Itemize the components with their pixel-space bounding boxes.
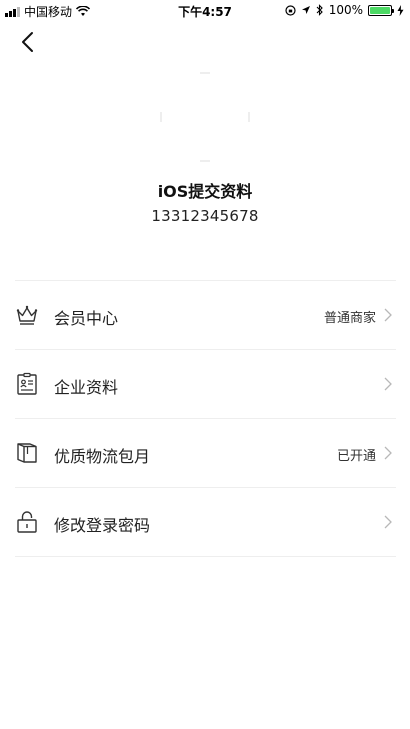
lock-icon (17, 511, 37, 533)
rotation-lock-icon (285, 4, 296, 16)
menu-item-company-info[interactable]: 企业资料 (15, 350, 396, 419)
profile-name: iOS提交资料 (157, 182, 253, 201)
settings-menu: 会员中心 普通商家 企业资料 优质物流包月 已开通 修改登录密码 (15, 280, 396, 557)
menu-item-membership[interactable]: 会员中心 普通商家 (15, 281, 396, 350)
charging-icon (397, 4, 404, 16)
menu-label: 修改登录密码 (54, 516, 151, 535)
menu-label: 企业资料 (54, 378, 119, 397)
id-card-icon (17, 372, 37, 395)
status-right: 100% (285, 3, 404, 17)
menu-value: 已开通 (336, 449, 376, 464)
battery-icon (368, 4, 394, 16)
crown-icon (16, 305, 38, 325)
back-button[interactable] (14, 28, 42, 56)
chevron-right-icon (384, 446, 392, 460)
menu-label: 优质物流包月 (54, 447, 151, 466)
chevron-right-icon (384, 515, 392, 529)
menu-item-logistics-monthly[interactable]: 优质物流包月 已开通 (15, 419, 396, 488)
battery-percent: 100% (328, 3, 363, 17)
menu-item-change-password[interactable]: 修改登录密码 (15, 488, 396, 557)
avatar[interactable] (160, 72, 250, 162)
menu-label: 会员中心 (54, 309, 119, 328)
chevron-right-icon (384, 377, 392, 391)
menu-value: 普通商家 (323, 311, 376, 326)
package-icon (17, 443, 37, 463)
status-bar: 中国移动 下午4:57 100% (0, 0, 410, 22)
profile-phone: 13312345678 (151, 207, 259, 225)
location-icon (301, 6, 310, 14)
bluetooth-icon (316, 4, 323, 16)
chevron-right-icon (384, 308, 392, 322)
